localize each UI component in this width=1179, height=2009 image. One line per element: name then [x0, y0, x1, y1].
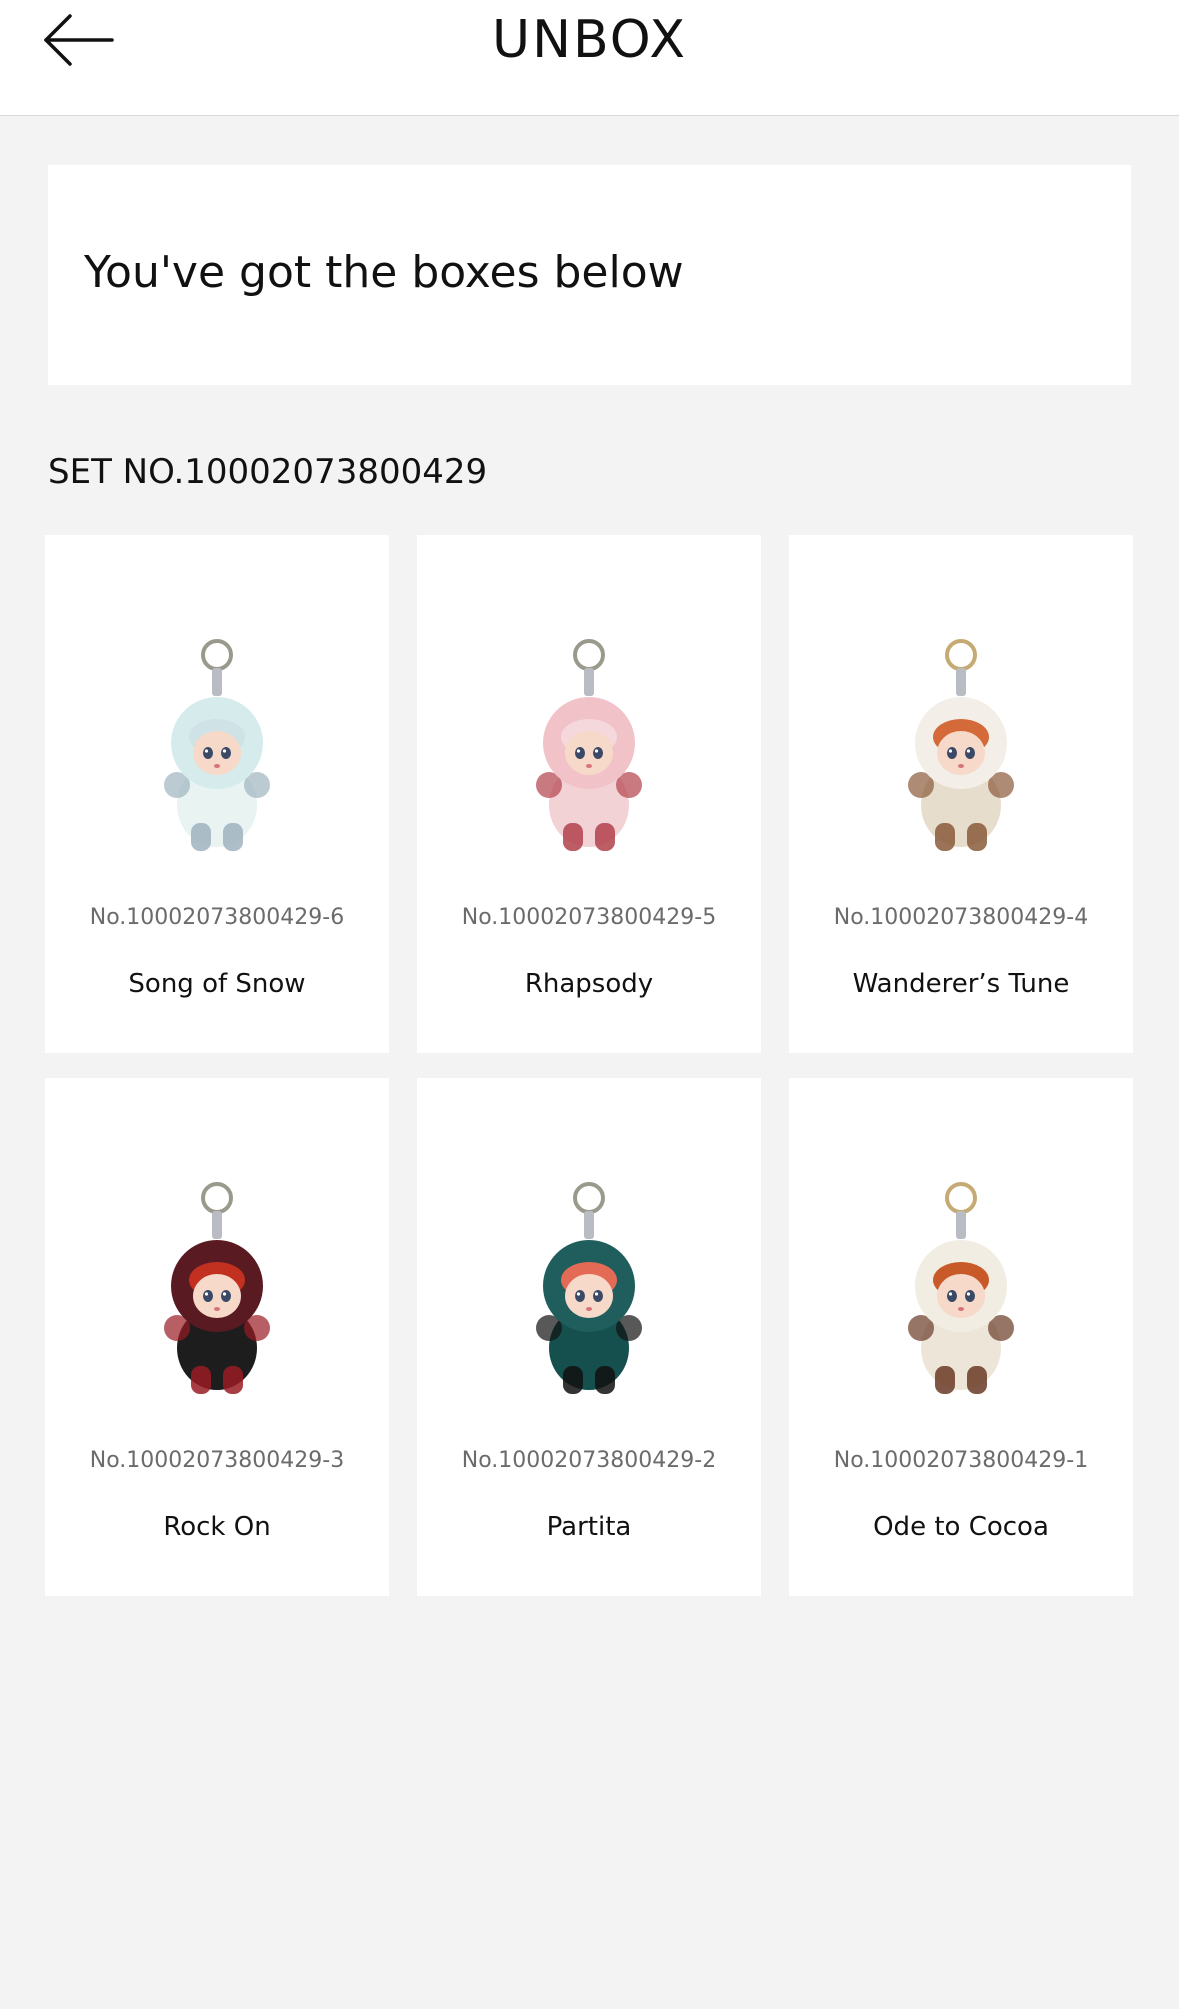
box-name: Wanderer’s Tune	[852, 969, 1070, 999]
box-card[interactable]: No.10002073800429-4 Wanderer’s Tune	[789, 535, 1133, 1053]
doll-figure-icon	[417, 635, 761, 865]
box-serial: No.10002073800429-1	[833, 1448, 1089, 1473]
box-card[interactable]: No.10002073800429-6 Song of Snow	[45, 535, 389, 1053]
box-name: Partita	[546, 1512, 632, 1542]
box-serial: No.10002073800429-4	[833, 905, 1089, 930]
doll-figure-icon	[45, 635, 389, 865]
page-title: UNBOX	[492, 10, 687, 70]
doll-figure-icon	[45, 1178, 389, 1408]
box-name: Rock On	[163, 1512, 271, 1542]
doll-figure-icon	[789, 635, 1133, 865]
box-serial: No.10002073800429-3	[89, 1448, 345, 1473]
box-serial: No.10002073800429-6	[89, 905, 345, 930]
box-card[interactable]: No.10002073800429-3 Rock On	[45, 1078, 389, 1596]
box-card[interactable]: No.10002073800429-1 Ode to Cocoa	[789, 1078, 1133, 1596]
box-name: Ode to Cocoa	[873, 1512, 1049, 1542]
box-card[interactable]: No.10002073800429-5 Rhapsody	[417, 535, 761, 1053]
box-serial: No.10002073800429-2	[461, 1448, 717, 1473]
notice-text: You've got the boxes below	[84, 247, 684, 298]
box-serial: No.10002073800429-5	[461, 905, 717, 930]
doll-figure-icon	[417, 1178, 761, 1408]
doll-figure-icon	[789, 1178, 1133, 1408]
box-card[interactable]: No.10002073800429-2 Partita	[417, 1078, 761, 1596]
box-name: Rhapsody	[524, 969, 654, 999]
notice-card: You've got the boxes below	[48, 165, 1131, 385]
box-name: Song of Snow	[128, 969, 306, 999]
set-number-label: SET NO.10002073800429	[48, 452, 488, 492]
top-bar: UNBOX	[0, 0, 1179, 116]
